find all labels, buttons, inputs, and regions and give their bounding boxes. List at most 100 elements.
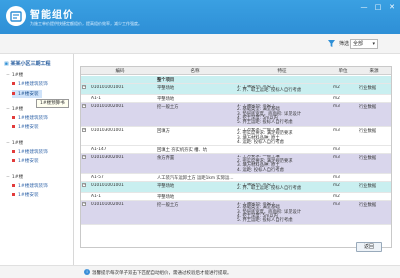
- row-toggle[interactable]: −: [82, 201, 88, 208]
- cell-name: 回填土 夯实机夯实 槽、坑: [157, 148, 207, 154]
- cell-code: A1-1: [91, 95, 101, 101]
- marker-icon: [12, 82, 15, 85]
- table-row[interactable]: − 010101001001 平整场地 1. 土壤类别: 三类土 2. 弃、取土运距:…: [81, 182, 391, 193]
- tree-node-building[interactable]: −1#楼: [6, 140, 23, 146]
- tree-node-building[interactable]: −1#楼: [6, 174, 23, 180]
- row-toggle[interactable]: −: [82, 183, 88, 189]
- cell-source: 行业数据: [359, 86, 377, 91]
- tree-leaf-install[interactable]: 1#楼安装: [12, 192, 39, 198]
- marker-icon: [12, 159, 15, 162]
- marker-icon: [12, 125, 15, 128]
- info-icon: i: [84, 269, 90, 275]
- table-row[interactable]: 整个项目: [81, 76, 391, 84]
- column-header-unit[interactable]: 单位: [329, 68, 357, 74]
- cell-feature: 1. 土壤类别: 三类土 2. 基础类型: 满堂基础 3. 垫层底宽度、底面积:…: [237, 103, 302, 126]
- toolbar: 筛选 全部 ▾: [0, 34, 400, 54]
- column-header-feature[interactable]: 特征: [235, 68, 329, 74]
- collapse-icon[interactable]: −: [82, 183, 86, 187]
- window-controls: — □ ✕: [360, 3, 396, 11]
- cell-feature: 1. 土方要求: 一般土壤 2. 密实度要求: 满足规范要求 3. 填方材料品种…: [237, 155, 293, 173]
- collapse-icon[interactable]: −: [82, 127, 86, 132]
- app-title: 智能组价: [30, 10, 74, 21]
- table-row[interactable]: − 010101001001 平整场地 1. 土壤类别: 三类土 2. 弃、取土运距:…: [81, 84, 391, 95]
- tree-node-building[interactable]: −1#楼: [6, 106, 23, 112]
- cell-feature: 1. 土方要求: 一般土壤 2. 密实度要求: 满足规范要求 3. 填方材料品种…: [237, 127, 293, 146]
- table-row[interactable]: −010103001001 回填方 1. 土方要求: 一般土壤 2. 密实度要求: …: [81, 126, 391, 147]
- cell-name: 回填方: [157, 128, 170, 134]
- table-row[interactable]: −010101002001 挖一般土方 1. 土壤类别: 三类土 2. 基础类型: …: [81, 200, 391, 225]
- table-row[interactable]: A1-1 平整场地 m2: [81, 192, 391, 201]
- table-row[interactable]: −010103002001 余方弃置 1. 土方要求: 一般土壤 2. 密实度要求:…: [81, 154, 391, 174]
- chevron-down-icon: ▾: [372, 41, 375, 47]
- cell-code: A1-147: [91, 147, 107, 153]
- back-button[interactable]: 返回: [356, 242, 382, 252]
- collapse-icon: −: [6, 107, 10, 112]
- cell-name: 余方弃置: [157, 156, 175, 162]
- collapse-icon[interactable]: −: [82, 155, 86, 160]
- cell-source: 行业数据: [359, 156, 377, 162]
- table-row[interactable]: A1-147 回填土 夯实机夯实 槽、坑 m3: [81, 146, 391, 155]
- maximize-button[interactable]: □: [374, 3, 382, 11]
- tree-leaf-construction[interactable]: 1#楼建筑装饰: [12, 81, 48, 87]
- cell-name: 平整场地: [157, 96, 175, 102]
- cell-code: A1-57: [91, 175, 104, 180]
- tree-node-building[interactable]: −1#楼: [6, 72, 23, 78]
- cell-name: 平整场地: [157, 184, 175, 189]
- column-header-name[interactable]: 名称: [155, 68, 235, 74]
- tree-leaf-install-selected[interactable]: 1#楼安装: [12, 90, 42, 98]
- cell-name: 挖一般土方: [157, 104, 179, 110]
- filter-select[interactable]: 全部 ▾: [350, 39, 378, 49]
- cell-unit: m3: [333, 175, 340, 180]
- row-toggle[interactable]: −: [82, 103, 88, 110]
- cell-unit: m3: [333, 103, 340, 109]
- filter-select-value: 全部: [353, 41, 364, 47]
- column-header-source[interactable]: 来源: [357, 68, 391, 74]
- tree-root[interactable]: ▣ 某某小区三期工程: [4, 60, 50, 67]
- cell-unit: m2: [333, 183, 340, 188]
- cell-code: 010101001001: [91, 85, 124, 90]
- marker-icon: [12, 92, 15, 95]
- table-row[interactable]: A1-57 人工装汽车运卸土方 运距1km 实际运… m3: [81, 174, 391, 182]
- tree-leaf-construction[interactable]: 1#楼建筑装饰: [12, 183, 48, 189]
- collapse-icon[interactable]: −: [82, 85, 86, 89]
- tree-leaf-construction[interactable]: 1#楼建筑装饰: [12, 115, 48, 121]
- row-toggle[interactable]: −: [82, 127, 88, 134]
- collapse-icon[interactable]: −: [82, 201, 86, 206]
- cell-feature: 1. 土壤类别: 三类土 2. 弃、取土运距: 投标人自行考虑: [237, 85, 302, 94]
- table-row[interactable]: A1-1 平整场地 m2: [81, 94, 391, 103]
- quota-grid: 编码 名称 特征 单位 来源 整个项目 − 010101001001 平整场地 1. 土…: [80, 66, 392, 248]
- cell-unit: m3: [333, 147, 340, 153]
- cell-unit: m2: [333, 193, 340, 199]
- cell-code: 010101001001: [91, 183, 124, 188]
- marker-icon: [12, 193, 15, 196]
- column-header-code[interactable]: 编码: [85, 68, 155, 74]
- cell-unit: m3: [333, 127, 340, 133]
- row-toggle[interactable]: −: [82, 155, 88, 161]
- collapse-icon[interactable]: −: [82, 103, 86, 108]
- cell-code: 010103002001: [91, 155, 124, 161]
- cell-unit: m2: [333, 95, 340, 101]
- filter-label: 筛选: [339, 41, 350, 47]
- row-toggle[interactable]: −: [82, 85, 88, 91]
- cell-feature: 1. 土壤类别: 三类土 2. 弃、取土运距: 投标人自行考虑: [237, 183, 302, 192]
- grid-header: 编码 名称 特征 单位 来源: [81, 67, 391, 75]
- cell-code: 010103001001: [91, 127, 124, 133]
- close-button[interactable]: ✕: [388, 3, 396, 11]
- tree-leaf-install[interactable]: 1#楼安装: [12, 124, 39, 130]
- tree-leaf-construction[interactable]: 1#楼建筑装饰: [12, 149, 48, 155]
- tree-leaf-install[interactable]: 1#楼安装: [12, 158, 39, 164]
- cell-code: A1-1: [91, 193, 101, 199]
- cell-name: 平整场地: [157, 194, 175, 200]
- cell-name: 人工装汽车运卸土方 运距1km 实际运…: [157, 176, 234, 181]
- marker-icon: [12, 150, 15, 153]
- minimize-button[interactable]: —: [360, 3, 368, 11]
- cell-unit: m2: [333, 85, 340, 90]
- table-row[interactable]: −010101002001 挖一般土方 1. 土壤类别: 三类土 2. 基础类型: …: [81, 102, 391, 127]
- app-logo-icon: [6, 6, 26, 26]
- collapse-icon: −: [6, 141, 10, 146]
- filter-icon: [328, 40, 335, 47]
- cell-name: 挖一般土方: [157, 202, 179, 208]
- cell-unit: m3: [333, 155, 340, 161]
- marker-icon: [12, 116, 15, 119]
- title-bar: 智能组价 为施工单价提供快捷定额组价，提高组价效率，减少工作强度。 — □ ✕: [0, 0, 400, 34]
